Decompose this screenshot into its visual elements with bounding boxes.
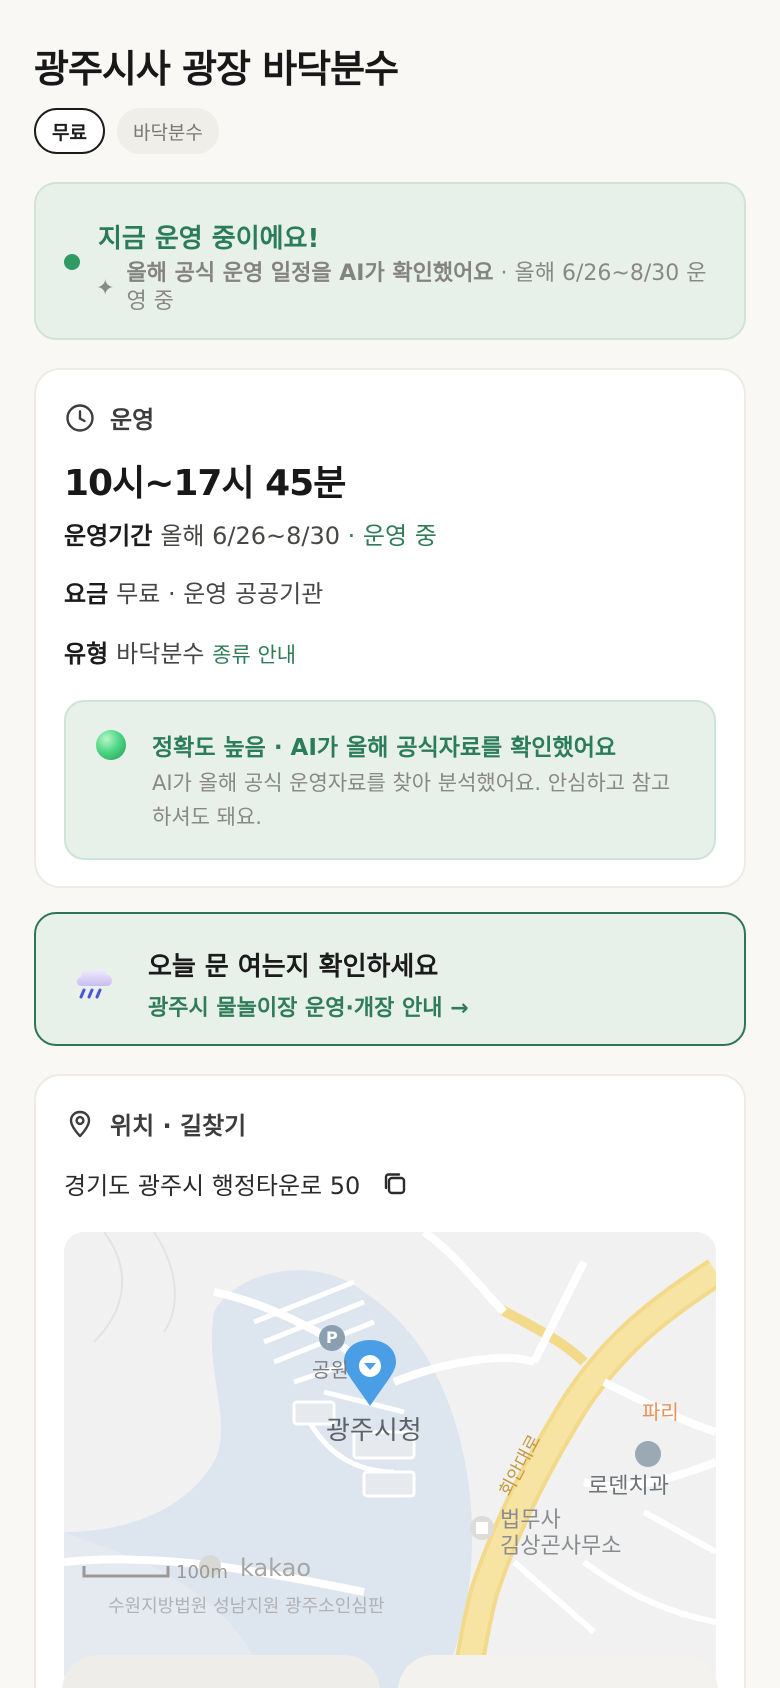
- open-check-title: 오늘 문 여는지 확인하세요: [148, 952, 439, 982]
- accuracy-box: 정확도 높음 · AI가 올해 공식자료를 확인했어요 AI가 올해 공식 운영…: [64, 700, 716, 860]
- fee-value: 무료 · 운영 공공기관: [116, 580, 324, 608]
- address-text: 경기도 광주시 행정타운로 50: [64, 1172, 361, 1200]
- open-check-banner[interactable]: 오늘 문 여는지 확인하세요 광주시 물놀이장 운영·개장 안내 →: [34, 912, 746, 1046]
- map-label-city-hall: 광주시청: [326, 1416, 422, 1446]
- bottom-action-right[interactable]: [398, 1655, 718, 1688]
- status-banner: 지금 운영 중이에요! ✦ 올해 공식 운영 일정을 AI가 확인했어요 · 올…: [34, 182, 746, 340]
- period-row: 운영기간 올해 6/26~8/30 · 운영 중: [64, 516, 437, 551]
- status-title: 지금 운영 중이에요!: [98, 224, 320, 254]
- type-row: 유형 바닥분수 종류 안내: [64, 634, 296, 669]
- map-scale-label: 100m: [176, 1562, 228, 1583]
- page-title: 광주시사 광장 바닥분수: [34, 47, 399, 91]
- accuracy-description: AI가 올해 공식 운영자료를 찾아 분석했어요. 안심하고 참고하셔도 돼요.: [152, 771, 671, 829]
- hours-section-header: 운영: [64, 400, 154, 435]
- map-label-law-office-2: 김상곤사무소: [500, 1534, 622, 1559]
- location-card: 위치 · 길찾기 경기도 광주시 행정타운로 50 P 공원 광주시청 회안대로…: [34, 1074, 746, 1688]
- type-label: 유형: [64, 640, 109, 668]
- type-value: 바닥분수: [116, 640, 205, 668]
- status-ai-note: 올해 공식 운영 일정을 AI가 확인했어요: [126, 261, 494, 286]
- bottom-action-left[interactable]: [62, 1655, 380, 1688]
- open-check-link[interactable]: 광주시 물놀이장 운영·개장 안내 →: [148, 990, 469, 1022]
- map-label-park: 공원: [312, 1358, 349, 1382]
- map-label-bottom: 수원지방법원 성남지원 광주소인심판: [108, 1596, 385, 1617]
- status-dot: [64, 254, 80, 270]
- accuracy-title: 정확도 높음 · AI가 올해 공식자료를 확인했어요: [152, 735, 617, 761]
- operating-hours: 10시~17시 45분: [64, 463, 346, 504]
- address-row: 경기도 광주시 행정타운로 50: [64, 1166, 410, 1201]
- type-guide-link[interactable]: 종류 안내: [212, 643, 296, 667]
- map-brand-logo: kakao: [240, 1554, 312, 1582]
- tag-type[interactable]: 바닥분수: [116, 108, 219, 154]
- fee-row: 요금 무료 · 운영 공공기관: [64, 574, 323, 609]
- hours-card: 운영 10시~17시 45분 운영기간 올해 6/26~8/30 · 운영 중 요…: [34, 368, 746, 888]
- hours-section-label: 운영: [110, 406, 155, 434]
- map-view[interactable]: P 공원 광주시청 회안대로 파리 로덴치과 법무사 김상곤사무소 100m k…: [64, 1232, 716, 1688]
- fee-label: 요금: [64, 580, 109, 608]
- page: 광주시사 광장 바닥분수 무료 바닥분수 지금 운영 중이에요! ✦ 올해 공식…: [0, 0, 780, 1688]
- period-label: 운영기간: [64, 522, 153, 550]
- clock-icon: [66, 403, 94, 432]
- period-status: · 운영 중: [340, 522, 437, 550]
- map-label-edge: 파리: [642, 1400, 679, 1424]
- location-section-header: 위치 · 길찾기: [64, 1106, 246, 1141]
- map-canvas[interactable]: [64, 1232, 716, 1688]
- map-label-dentist: 로덴치과: [588, 1474, 669, 1499]
- status-subtext: ✦ 올해 공식 운영 일정을 AI가 확인했어요 · 올해 6/26~8/30 …: [96, 260, 726, 316]
- copy-icon[interactable]: [380, 1169, 410, 1199]
- tag-list: 무료 바닥분수: [34, 108, 219, 154]
- sparkle-icon: ✦: [96, 276, 115, 301]
- tag-free[interactable]: 무료: [34, 108, 105, 154]
- map-parking-icon: P: [326, 1328, 338, 1347]
- rain-cloud-icon: [76, 968, 112, 999]
- period-value: 올해 6/26~8/30: [160, 522, 341, 550]
- location-section-label: 위치 · 길찾기: [110, 1112, 247, 1140]
- location-pin-icon: [69, 1110, 91, 1137]
- accuracy-orb-icon: [96, 730, 126, 760]
